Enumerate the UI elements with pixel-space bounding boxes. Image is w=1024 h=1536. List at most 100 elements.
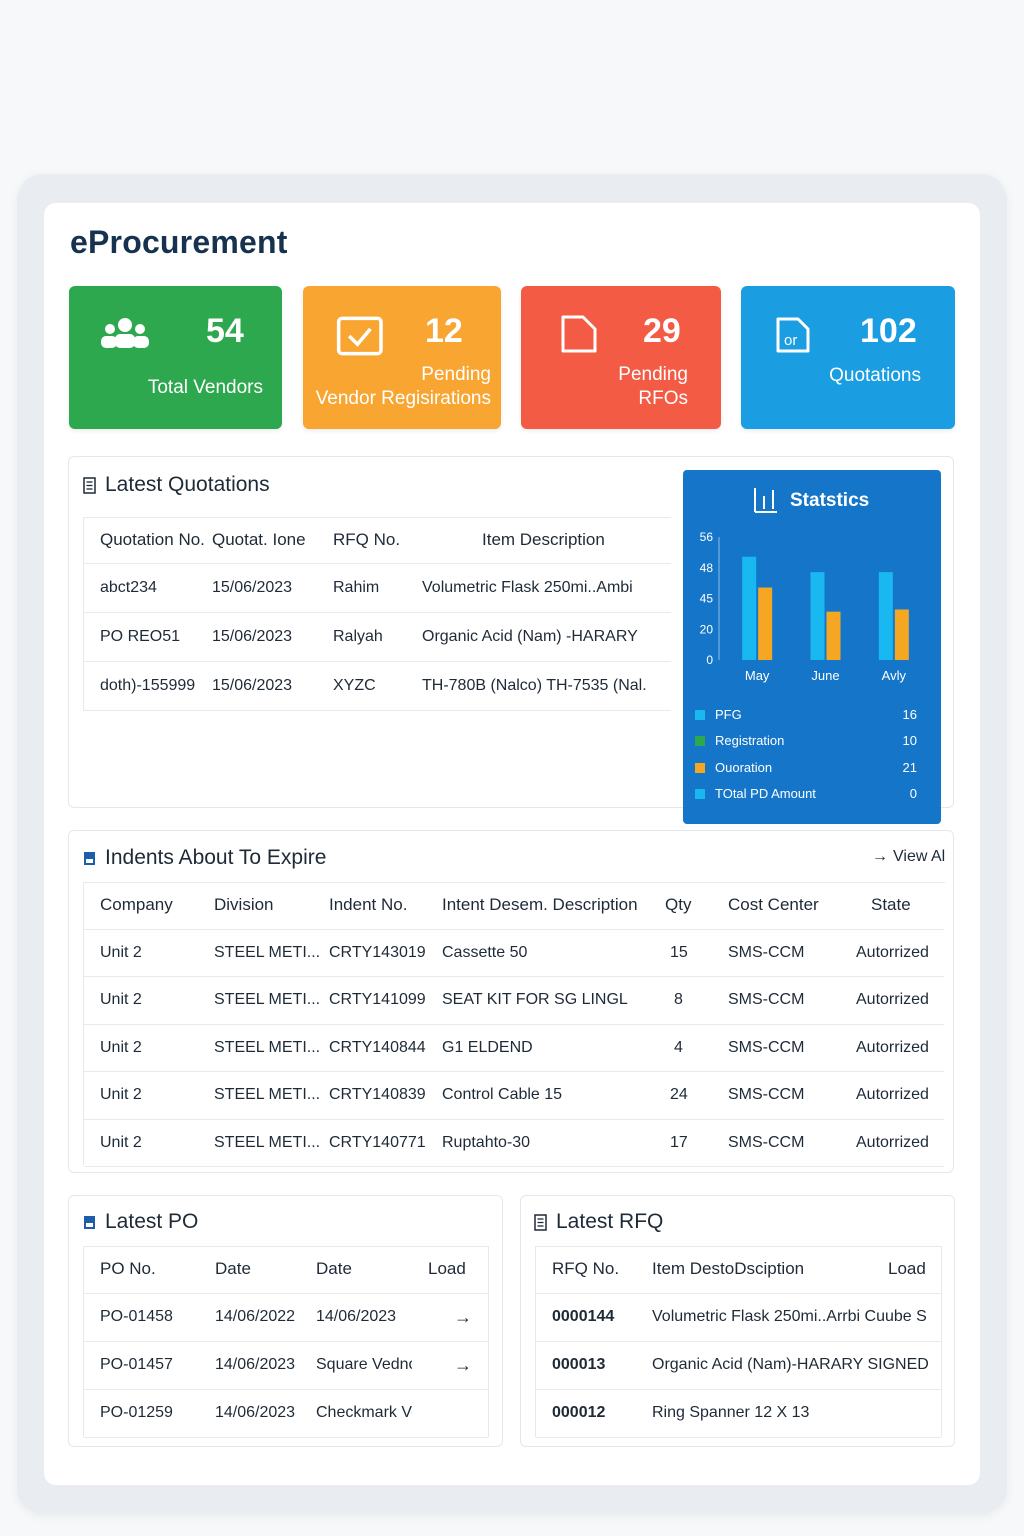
quotation-no: abct234 <box>100 578 157 596</box>
table-row[interactable]: Unit 2 STEEL METI... CRTY143019 Cassette… <box>84 929 944 977</box>
load-cell <box>412 1389 488 1437</box>
table-row[interactable]: PO-01458 14/06/2022 14/06/2023 → <box>84 1293 488 1341</box>
x-tick-label: May <box>745 668 770 683</box>
x-tick-label: June <box>811 668 839 683</box>
chart-bar <box>878 572 893 660</box>
y-tick-label: 20 <box>700 622 714 636</box>
svg-text:or: or <box>784 332 797 349</box>
po-date-2: 14/06/2023 <box>316 1308 397 1325</box>
table-row[interactable]: doth)-155999 15/06/2023 XYZC TH-780B (Na… <box>84 661 671 710</box>
legend-item-total-pd-amount: TOtal PD Amount 0 <box>695 786 917 801</box>
item-description: Volumetric Flask 250mi..Ambi <box>422 578 633 596</box>
legend-swatch <box>695 762 705 773</box>
rfq-no: Rahim <box>333 578 380 596</box>
table-row[interactable]: Unit 2 STEEL METI... CRTY140839 Control … <box>84 1072 944 1119</box>
legend-label: Ouoration <box>715 760 773 775</box>
col-rfq-no: RFQ No. <box>552 1259 620 1279</box>
company: Unit 2 <box>100 991 142 1009</box>
latest-quotations-title: Latest Quotations <box>83 473 270 497</box>
qty: 17 <box>670 1133 688 1151</box>
pending-rfos-label-line1: Pending <box>618 364 688 385</box>
quotations-card[interactable]: or 102 Quotations <box>741 286 955 429</box>
po-no: PO-01458 <box>100 1308 173 1325</box>
pending-registrations-label-line2: Vendor Regisirations <box>315 388 491 409</box>
po-vendor: Checkmark Vendor <box>316 1404 412 1421</box>
col-qty: Qty <box>665 895 692 915</box>
y-tick-label: 48 <box>700 561 714 575</box>
pending-registrations-label: Pending Vendor Regisirations <box>316 363 491 411</box>
quotations-label: Quotations <box>829 365 921 386</box>
col-company: Company <box>100 895 173 915</box>
table-row[interactable]: 0000144 Volumetric Flask 250mi..Arrbi Cu… <box>536 1293 941 1341</box>
table-row[interactable]: 000013 Organic Acid (Nam)-HARARY SIGNED <box>536 1341 941 1389</box>
chart-bar <box>826 611 841 660</box>
col-po-no: PO No. <box>100 1259 156 1279</box>
chart-bar <box>758 587 773 660</box>
company: Unit 2 <box>100 943 142 961</box>
legend-item-registration: Registration 10 <box>695 733 917 748</box>
total-vendors-card[interactable]: 54 Total Vendors <box>69 286 282 429</box>
pending-rfos-count: 29 <box>643 312 681 350</box>
po-date: 14/06/2023 <box>215 1356 296 1373</box>
pending-rfos-label-line2: RFOs <box>638 388 688 409</box>
indents-header-row: Company Division Indent No. Intent Desem… <box>84 882 944 929</box>
table-row[interactable]: 000012 Ring Spanner 12 X 13 <box>536 1389 941 1437</box>
cost-center: SMS-CCM <box>728 1086 805 1104</box>
legend-label: PFG <box>715 707 742 722</box>
load-arrow-icon[interactable]: → <box>412 1341 488 1389</box>
po-date: 14/06/2023 <box>215 1404 296 1421</box>
quotation-no: PO REO51 <box>100 627 181 645</box>
table-row[interactable]: PO REO51 15/06/2023 Ralyah Organic Acid … <box>84 612 671 661</box>
rfq-item-description: Ring Spanner 12 X 13 <box>652 1404 810 1421</box>
indent-no: CRTY140839 <box>329 1086 426 1104</box>
pending-registrations-card[interactable]: 12 Pending Vendor Regisirations <box>303 286 501 429</box>
table-row[interactable]: Unit 2 STEEL METI... CRTY140844 G1 ELDEN… <box>84 1024 944 1072</box>
document-icon <box>561 315 597 353</box>
view-all-text: View Al <box>893 848 946 865</box>
item-description: Organic Acid (Nam) -HARARY <box>422 627 638 645</box>
po-header-row: PO No. Date Date Load <box>84 1246 488 1293</box>
y-tick-label: 45 <box>700 592 714 606</box>
company: Unit 2 <box>100 1038 142 1056</box>
col-item-description: Item DestoDsciption <box>652 1259 805 1279</box>
qty: 15 <box>670 943 688 961</box>
table-row[interactable]: PO-01457 14/06/2023 Square Vednor → <box>84 1341 488 1389</box>
statistics-chart: 0 20 45 48 56 May June Avly <box>700 530 909 683</box>
table-row[interactable]: Unit 2 STEEL METI... CRTY140771 Ruptahto… <box>84 1119 944 1167</box>
quotations-table: Quotation No. Quotat. Ione RFQ No. Item … <box>84 517 671 711</box>
latest-po-title: Latest PO <box>83 1210 198 1234</box>
cost-center: SMS-CCM <box>728 991 805 1009</box>
state: Autorrized <box>856 943 929 961</box>
col-date: Date <box>316 1259 352 1279</box>
item-description: TH-780B (Nalco) TH-7535 (Nal. <box>422 676 647 694</box>
arrow-right-icon: → <box>872 848 888 865</box>
indents-title: Indents About To Expire <box>83 846 326 870</box>
division: STEEL METI... <box>214 943 321 961</box>
col-indent-no: Indent No. <box>329 895 408 915</box>
col-load: Load <box>888 1259 926 1279</box>
rfq-no: Ralyah <box>333 627 383 645</box>
bar-chart-icon <box>754 488 777 513</box>
rfq-item-description: Volumetric Flask 250mi..Arrbi Cuube S <box>652 1308 927 1325</box>
quotations-header-row: Quotation No. Quotat. Ione RFQ No. Item … <box>84 517 671 563</box>
cost-center: SMS-CCM <box>728 1133 805 1151</box>
table-row[interactable]: PO-01259 14/06/2023 Checkmark Vendor <box>84 1389 488 1437</box>
statistics-title: Statstics <box>790 490 870 511</box>
col-date: Date <box>215 1259 251 1279</box>
legend-label: Registration <box>715 733 785 748</box>
quotation-file-icon: or <box>776 317 810 353</box>
view-all-link[interactable]: → View Al <box>872 848 945 866</box>
quotation-date: 15/06/2023 <box>212 578 293 596</box>
col-item-description: Item Description <box>482 529 605 549</box>
pending-rfos-card[interactable]: 29 Pending RFOs <box>521 286 721 429</box>
calendar-icon <box>84 851 95 865</box>
legend-item-quotation: Ouoration 21 <box>695 760 917 775</box>
table-row[interactable]: abct234 15/06/2023 Rahim Volumetric Flas… <box>84 563 671 612</box>
load-arrow-icon[interactable]: → <box>412 1293 488 1341</box>
indent-no: CRTY143019 <box>329 943 426 961</box>
check-square-icon <box>336 316 383 356</box>
indent-no: CRTY141099 <box>329 991 426 1009</box>
table-row[interactable]: Unit 2 STEEL METI... CRTY141099 SEAT KIT… <box>84 977 944 1024</box>
description: SEAT KIT FOR SG LINGL <box>442 991 628 1009</box>
cost-center: SMS-CCM <box>728 943 805 961</box>
